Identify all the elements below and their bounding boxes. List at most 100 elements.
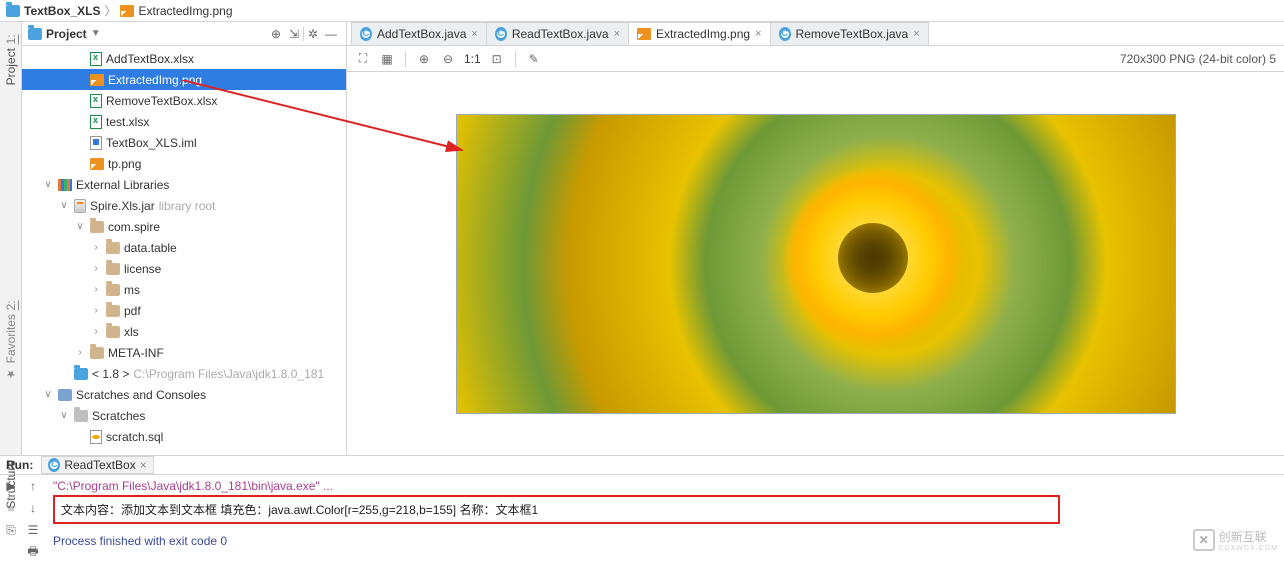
image-viewer [347, 72, 1284, 455]
java-icon: C [495, 27, 507, 41]
run-header: Run: C ReadTextBox × [0, 456, 1284, 475]
xls-icon [90, 94, 102, 108]
sc-icon [58, 389, 72, 401]
tree-item-label: META-INF [108, 346, 164, 360]
tree-item[interactable]: ∨External Libraries [22, 174, 346, 195]
grid-icon[interactable]: ▦ [379, 51, 395, 67]
lib-icon [58, 179, 72, 191]
tool-window-favorites[interactable]: ★ Favorites 2: [4, 300, 18, 380]
tree-item[interactable]: scratch.sql [22, 426, 346, 447]
editor-tab[interactable]: CReadTextBox.java× [486, 22, 629, 45]
fit-window-icon[interactable]: ⛶ [355, 51, 371, 67]
dropdown-icon[interactable]: ▼ [91, 28, 101, 39]
down-button[interactable]: ↓ [24, 499, 42, 517]
expand-icon[interactable]: › [90, 242, 102, 253]
expand-icon[interactable]: ∨ [58, 200, 70, 211]
tree-item[interactable]: ∨Spire.Xls.jar library root [22, 195, 346, 216]
tree-item[interactable]: ›xls [22, 321, 346, 342]
watermark-brand: 创新互联 [1219, 528, 1278, 545]
tree-item[interactable]: test.xlsx [22, 111, 346, 132]
expand-icon[interactable]: › [90, 263, 102, 274]
editor-tabs: CAddTextBox.java×CReadTextBox.java×Extra… [347, 22, 1284, 46]
close-icon[interactable]: × [140, 458, 147, 472]
expand-icon[interactable]: ∨ [74, 221, 86, 232]
tree-item[interactable]: TextBox_XLS.iml [22, 132, 346, 153]
tool-window-structure-label: Structure [4, 460, 18, 509]
editor-tab[interactable]: CAddTextBox.java× [351, 22, 487, 45]
tree-item[interactable]: tp.png [22, 153, 346, 174]
expand-icon[interactable]: › [90, 284, 102, 295]
expand-icon[interactable]: ∨ [42, 179, 54, 190]
expand-icon[interactable]: › [90, 326, 102, 337]
up-button[interactable]: ↑ [24, 477, 42, 495]
wrap-button[interactable]: ☰ [24, 521, 42, 539]
watermark-sub: CDXWCX.COM [1219, 545, 1278, 552]
locate-button[interactable]: ⊕ [267, 25, 285, 43]
tree-item[interactable]: ExtractedImg.png [22, 69, 346, 90]
color-picker-icon[interactable]: ✎ [526, 51, 542, 67]
expand-icon[interactable]: ∨ [58, 410, 70, 421]
tree-item[interactable]: ›pdf [22, 300, 346, 321]
expand-icon[interactable]: › [90, 305, 102, 316]
run-config-tab[interactable]: C ReadTextBox × [41, 456, 153, 474]
project-title: Project [46, 27, 87, 41]
tool-window-project[interactable]: Project 1: [4, 34, 18, 85]
close-icon[interactable]: × [755, 28, 761, 40]
actual-size-icon[interactable]: ⊡ [489, 51, 505, 67]
console[interactable]: "C:\Program Files\Java\jdk1.8.0_181\bin\… [45, 475, 1284, 561]
folder-tan-icon [106, 263, 120, 275]
tree-item[interactable]: ∨Scratches and Consoles [22, 384, 346, 405]
close-icon[interactable]: × [913, 28, 919, 40]
expand-button[interactable]: ⇲ [285, 25, 303, 43]
project-tree[interactable]: AddTextBox.xlsx ExtractedImg.pngRemoveTex… [22, 46, 346, 455]
breadcrumb-root[interactable]: TextBox_XLS [6, 4, 100, 18]
run-config-name: ReadTextBox [64, 458, 135, 472]
tree-item-label: AddTextBox.xlsx [106, 52, 194, 66]
java-icon: C [779, 27, 791, 41]
tree-item[interactable]: RemoveTextBox.xlsx [22, 90, 346, 111]
xls-icon [90, 52, 102, 66]
tree-item[interactable]: ∨Scratches [22, 405, 346, 426]
tree-item[interactable]: ›data.table [22, 237, 346, 258]
print-button[interactable]: 🖶 [24, 543, 42, 561]
tree-item[interactable]: ›license [22, 258, 346, 279]
tree-item-label: Spire.Xls.jar [90, 199, 155, 213]
expand-icon[interactable]: › [74, 347, 86, 358]
tree-item[interactable]: ∨ com.spire [22, 216, 346, 237]
iml-icon [90, 136, 102, 150]
zoom-out-icon[interactable]: ⊖ [440, 51, 456, 67]
img-icon [90, 158, 104, 170]
editor-tab[interactable]: CRemoveTextBox.java× [770, 22, 929, 45]
folder-icon [6, 5, 20, 17]
hide-button[interactable]: — [322, 25, 340, 43]
breadcrumb-file[interactable]: ExtractedImg.png [120, 4, 232, 18]
chevron-right-icon: 〉 [104, 2, 116, 19]
tree-item[interactable]: AddTextBox.xlsx [22, 48, 346, 69]
tree-item[interactable]: ›ms [22, 279, 346, 300]
close-icon[interactable]: × [471, 28, 477, 40]
tree-item-hint: C:\Program Files\Java\jdk1.8.0_181 [133, 367, 324, 381]
folder-tan-icon [106, 305, 120, 317]
attach-button[interactable]: ⎘ [2, 521, 20, 539]
tree-item[interactable]: › META-INF [22, 342, 346, 363]
folder-tan-icon [106, 284, 120, 296]
left-gutter-bottom: ★ Favorites 2: Structure [0, 300, 22, 509]
tab-label: AddTextBox.java [377, 27, 466, 41]
tree-item[interactable]: < 1.8 > C:\Program Files\Java\jdk1.8.0_1… [22, 363, 346, 384]
close-icon[interactable]: × [614, 28, 620, 40]
breadcrumb: TextBox_XLS 〉 ExtractedImg.png [0, 0, 1284, 22]
folder-gray-icon [74, 410, 88, 422]
editor-tab[interactable]: ExtractedImg.png× [628, 22, 771, 45]
folder-tan-icon [90, 221, 104, 233]
tool-window-structure[interactable]: Structure [4, 460, 18, 509]
zoom-ratio: 1:1 [464, 52, 481, 66]
image-icon [637, 28, 651, 40]
tree-item-label: com.spire [108, 220, 160, 234]
run-panel: Run: C ReadTextBox × ▶ ■ ⎘ ↑ ↓ ☰ 🖶 "C:\P… [0, 455, 1284, 561]
tree-item-label: < 1.8 > [92, 367, 129, 381]
settings-button[interactable]: ✲ [304, 25, 322, 43]
zoom-in-icon[interactable]: ⊕ [416, 51, 432, 67]
project-panel: Project ▼ ⊕ ⇲ ✲ — AddTextBox.xlsx Extract… [22, 22, 347, 455]
img-icon [90, 74, 104, 86]
expand-icon[interactable]: ∨ [42, 389, 54, 400]
